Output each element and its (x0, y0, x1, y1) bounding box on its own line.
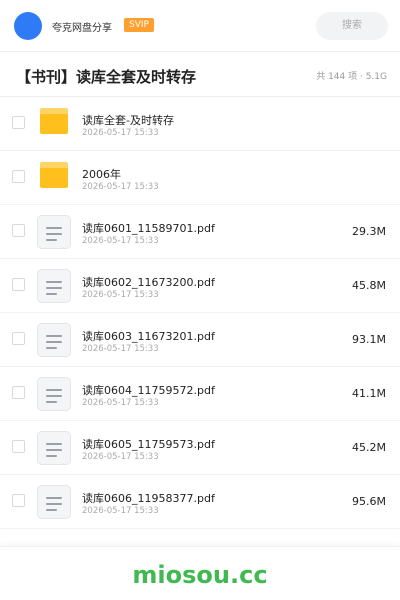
file-date: 2026-05-17 15:33 (82, 290, 159, 300)
file-name: 读库0605_11759573.pdf (82, 438, 215, 451)
list-item[interactable]: 2006年 2026-05-17 15:33 (0, 151, 400, 205)
checkbox[interactable] (12, 224, 25, 237)
file-name: 2006年 (82, 168, 121, 181)
list-item[interactable]: 读库0606_11958377.pdf 2026-05-17 15:33 95.… (0, 475, 400, 529)
document-icon (37, 269, 71, 303)
file-date: 2026-05-17 15:33 (82, 182, 159, 192)
list-item[interactable]: 读库0603_11673201.pdf 2026-05-17 15:33 93.… (0, 313, 400, 367)
search-button[interactable]: 搜索 (316, 12, 388, 40)
folder-icon (40, 162, 68, 188)
file-name: 读库全套-及时转存 (82, 114, 174, 127)
list-item[interactable]: 读库0601_11589701.pdf 2026-05-17 15:33 29.… (0, 205, 400, 259)
file-size: 45.2M (352, 441, 386, 454)
file-size: 41.1M (352, 387, 386, 400)
checkbox[interactable] (12, 440, 25, 453)
file-name: 读库0602_11673200.pdf (82, 276, 215, 289)
list-item[interactable]: 读库0602_11673200.pdf 2026-05-17 15:33 45.… (0, 259, 400, 313)
list-item[interactable]: 读库0605_11759573.pdf 2026-05-17 15:33 45.… (0, 421, 400, 475)
file-size: 93.1M (352, 333, 386, 346)
list-item[interactable]: 读库0604_11759572.pdf 2026-05-17 15:33 41.… (0, 367, 400, 421)
file-name: 读库0604_11759572.pdf (82, 384, 215, 397)
svip-badge: SVIP (124, 18, 154, 32)
file-name: 读库0603_11673201.pdf (82, 330, 215, 343)
document-icon (37, 377, 71, 411)
file-date: 2026-05-17 15:33 (82, 398, 159, 408)
file-size: 95.6M (352, 495, 386, 508)
file-date: 2026-05-17 15:33 (82, 128, 159, 138)
footer-bar: miosou.cc (0, 546, 400, 600)
share-header: 【书刊】读库全套及时转存 共 144 项5.1G (0, 52, 400, 97)
share-meta: 共 144 项5.1G (316, 69, 387, 82)
file-size: 29.3M (352, 225, 386, 238)
checkbox[interactable] (12, 386, 25, 399)
top-bar: 夸克网盘分享 SVIP 搜索 (0, 0, 400, 52)
watermark-text: miosou.cc (132, 561, 268, 589)
file-name: 读库0606_11958377.pdf (82, 492, 215, 505)
file-name: 读库0601_11589701.pdf (82, 222, 215, 235)
item-count: 共 144 项 (316, 72, 358, 82)
document-icon (37, 215, 71, 249)
list-item[interactable]: 读库全套-及时转存 2026-05-17 15:33 (0, 97, 400, 151)
document-icon (37, 323, 71, 357)
checkbox[interactable] (12, 170, 25, 183)
page-title: 【书刊】读库全套及时转存 (16, 68, 197, 86)
checkbox[interactable] (12, 494, 25, 507)
document-icon (37, 485, 71, 519)
file-date: 2026-05-17 15:33 (82, 344, 159, 354)
file-date: 2026-05-17 15:33 (82, 506, 159, 516)
file-size: 45.8M (352, 279, 386, 292)
folder-icon (40, 108, 68, 134)
avatar[interactable] (14, 12, 42, 40)
document-icon (37, 431, 71, 465)
file-list: 读库全套-及时转存 2026-05-17 15:33 2006年 2026-05… (0, 97, 400, 529)
checkbox[interactable] (12, 116, 25, 129)
total-size: 5.1G (357, 72, 387, 82)
checkbox[interactable] (12, 332, 25, 345)
file-date: 2026-05-17 15:33 (82, 236, 159, 246)
checkbox[interactable] (12, 278, 25, 291)
file-date: 2026-05-17 15:33 (82, 452, 159, 462)
brand-name: 夸克网盘分享 (52, 23, 112, 34)
